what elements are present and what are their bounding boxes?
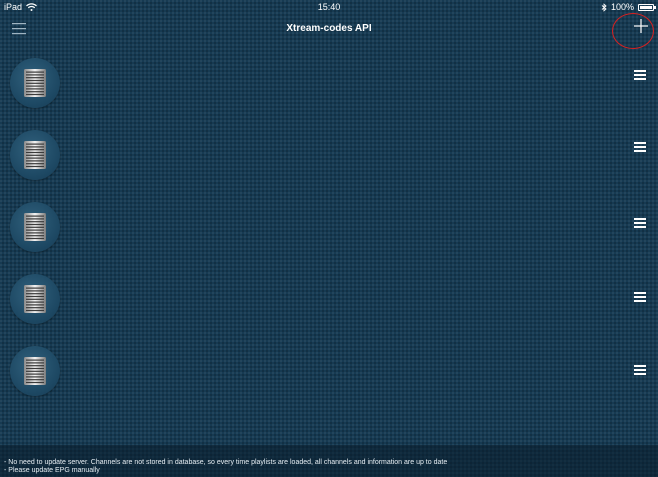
row-menu-icon	[634, 292, 646, 302]
battery-fill	[640, 5, 652, 9]
navigation-bar: Xtream-codes API	[0, 13, 658, 49]
plus-icon	[634, 19, 648, 33]
server-row[interactable]	[0, 274, 658, 346]
server-row[interactable]	[0, 346, 658, 418]
server-row[interactable]	[0, 58, 658, 130]
server-icon-badge	[10, 274, 60, 324]
server-row-menu-button[interactable]	[632, 363, 648, 377]
server-rack-icon	[24, 69, 46, 97]
status-right: 100%	[601, 0, 656, 14]
bluetooth-icon	[601, 2, 607, 12]
server-icon-badge	[10, 202, 60, 252]
status-bar: iPad 15:40 100%	[0, 0, 658, 14]
server-icon-badge	[10, 58, 60, 108]
battery-icon	[638, 3, 656, 11]
server-row-menu-button[interactable]	[632, 140, 648, 154]
server-rack-icon	[24, 285, 46, 313]
server-icon-badge	[10, 346, 60, 396]
footer-note-2: - Please update EPG manually	[4, 467, 100, 474]
row-menu-icon	[634, 142, 646, 152]
battery-percent: 100%	[610, 2, 634, 12]
server-row[interactable]	[0, 202, 658, 274]
status-time: 15:40	[317, 2, 341, 12]
server-rack-icon	[24, 357, 46, 385]
footer-notes: - No need to update server. Channels are…	[0, 445, 658, 477]
server-rack-icon	[24, 141, 46, 169]
server-row-menu-button[interactable]	[632, 216, 648, 230]
server-list	[0, 44, 658, 444]
row-menu-icon	[634, 365, 646, 375]
server-rack-icon	[24, 213, 46, 241]
row-menu-icon	[634, 70, 646, 80]
server-row-menu-button[interactable]	[632, 68, 648, 82]
server-row[interactable]	[0, 130, 658, 202]
page-title: Xtream-codes API	[286, 23, 372, 34]
row-menu-icon	[634, 218, 646, 228]
server-icon-badge	[10, 130, 60, 180]
server-row-menu-button[interactable]	[632, 290, 648, 304]
